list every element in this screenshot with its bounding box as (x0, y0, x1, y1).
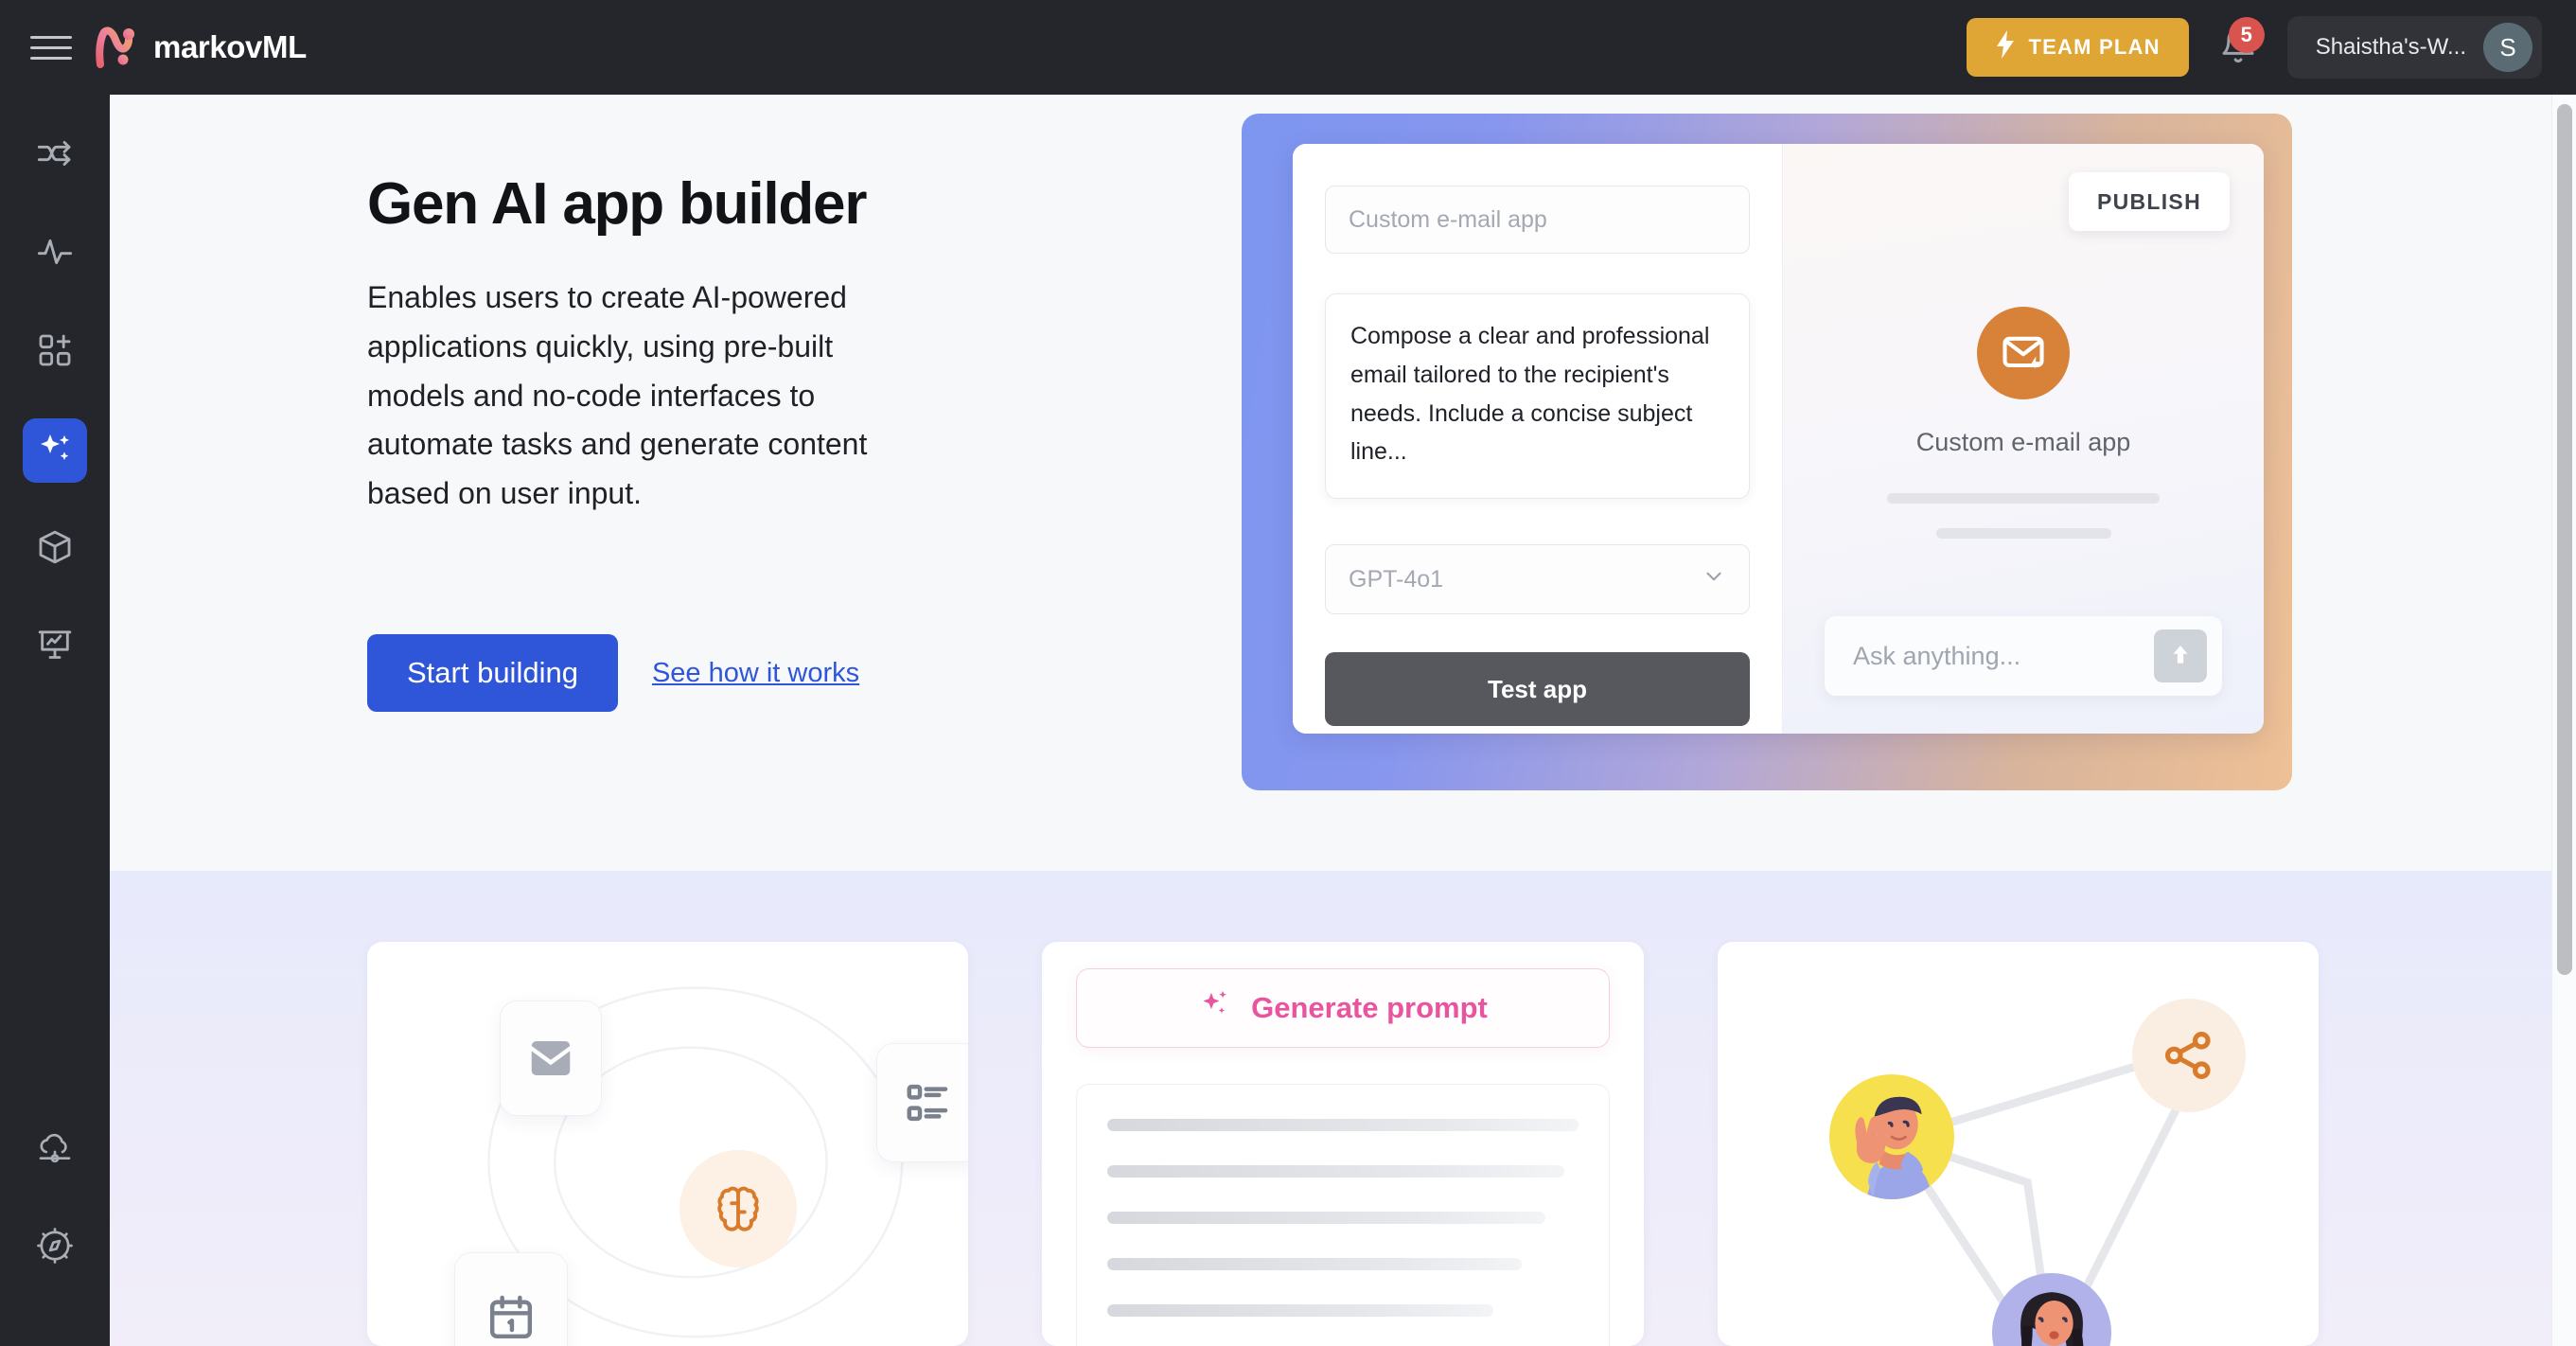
chevron-down-icon (1702, 564, 1726, 595)
pulse-line-icon (36, 233, 74, 275)
app-builder-preview-card: Custom e-mail app Compose a clear and pr… (1242, 114, 2292, 790)
person-waving-avatar (1828, 1074, 1954, 1199)
sidebar-item-monitoring[interactable] (23, 221, 87, 286)
scrollbar-thumb[interactable] (2557, 104, 2572, 975)
feature-cards-section: Generate prompt (110, 871, 2576, 1346)
hero-text-block: Gen AI app builder Enables users to crea… (110, 95, 1179, 713)
skeleton-line (1107, 1258, 1522, 1270)
integrations-card[interactable] (367, 942, 969, 1346)
vertical-scrollbar[interactable] (2551, 95, 2576, 1346)
compass-icon (36, 1227, 74, 1269)
brand-name: markovML (153, 29, 307, 64)
top-bar: markovML TEAM PLAN 5 Shaistha's-W... S (0, 0, 2576, 95)
sidebar-item-workflows[interactable] (23, 123, 87, 187)
sidebar-item-gen-ai-app-builder[interactable] (23, 418, 87, 483)
top-bar-actions: TEAM PLAN 5 Shaistha's-W... S (1966, 16, 2542, 79)
app-builder-window: Custom e-mail app Compose a clear and pr… (1293, 144, 2264, 734)
start-building-button[interactable]: Start building (367, 634, 618, 713)
sparkles-icon (1198, 987, 1232, 1029)
model-select-value: GPT-4o1 (1349, 565, 1444, 593)
sidebar-item-reports[interactable] (23, 615, 87, 680)
generate-prompt-button[interactable]: Generate prompt (1076, 968, 1610, 1048)
hamburger-icon[interactable] (30, 32, 72, 62)
skeleton-line (1107, 1304, 1494, 1317)
preview-skeleton-line (1887, 493, 2160, 504)
prompt-textarea[interactable]: Compose a clear and professional email t… (1325, 293, 1750, 499)
email-bolt-icon (1977, 307, 2070, 399)
markov-logo-icon (95, 27, 138, 68)
preview-skeleton-line (1935, 528, 2111, 539)
list-checks-icon (876, 1043, 969, 1162)
app-preview-pane: PUBLISH Custom e-mail app Ask anything..… (1783, 144, 2264, 734)
team-plan-label: TEAM PLAN (2028, 35, 2161, 59)
skeleton-line (1107, 1165, 1564, 1178)
branching-arrows-icon (36, 134, 74, 177)
collaboration-card[interactable] (1717, 942, 2319, 1346)
cloud-connection-icon (36, 1128, 74, 1171)
ask-anything-bar[interactable]: Ask anything... (1825, 616, 2222, 696)
ask-anything-input[interactable]: Ask anything... (1853, 642, 2154, 671)
cube-icon (36, 528, 74, 571)
page-description: Enables users to create AI-powered appli… (367, 280, 868, 511)
sidebar-item-add-apps[interactable] (23, 320, 87, 384)
sidebar-item-data-sources[interactable] (23, 1117, 87, 1181)
lightning-bolt-icon (1995, 30, 2016, 64)
preview-app-title: Custom e-mail app (1915, 428, 2131, 456)
model-select[interactable]: GPT-4o1 (1325, 544, 1750, 614)
presentation-chart-icon (36, 627, 74, 669)
mail-icon (500, 1001, 602, 1116)
see-how-it-works-link[interactable]: See how it works (652, 658, 859, 689)
grid-plus-icon (36, 331, 74, 374)
brand-logo[interactable]: markovML (95, 27, 307, 68)
workspace-switcher[interactable]: Shaistha's-W... S (2286, 16, 2542, 79)
hero-section: Gen AI app builder Enables users to crea… (110, 95, 2576, 871)
page-title: Gen AI app builder (367, 171, 867, 237)
workspace-name: Shaistha's-W... (2315, 34, 2466, 60)
notification-count-badge: 5 (2228, 17, 2265, 53)
brain-icon (679, 1150, 797, 1267)
skeleton-line (1107, 1119, 1579, 1131)
prompt-skeleton-box (1076, 1084, 1610, 1346)
send-button[interactable] (2154, 629, 2207, 682)
team-plan-button[interactable]: TEAM PLAN (1966, 18, 2189, 77)
share-nodes-icon (2131, 999, 2246, 1112)
sidebar-item-models[interactable] (23, 517, 87, 581)
generate-prompt-card[interactable]: Generate prompt (1042, 942, 1644, 1346)
integrations-illustration (367, 942, 969, 1346)
avatar: S (2483, 23, 2532, 72)
test-app-button[interactable]: Test app (1325, 652, 1750, 726)
publish-button[interactable]: PUBLISH (2068, 172, 2230, 231)
arrow-up-icon (2166, 641, 2195, 672)
generate-prompt-label: Generate prompt (1251, 991, 1488, 1024)
notifications-button[interactable]: 5 (2212, 17, 2265, 74)
calendar-icon (454, 1252, 568, 1346)
app-name-input[interactable]: Custom e-mail app (1325, 186, 1750, 254)
skeleton-line (1107, 1212, 1545, 1224)
main-content: Gen AI app builder Enables users to crea… (110, 95, 2576, 1346)
sidebar-item-explore[interactable] (23, 1215, 87, 1280)
left-sidebar (0, 95, 110, 1346)
builder-pane: Custom e-mail app Compose a clear and pr… (1293, 144, 1783, 734)
sparkles-icon (36, 430, 74, 472)
hero-actions: Start building See how it works (367, 634, 1179, 713)
